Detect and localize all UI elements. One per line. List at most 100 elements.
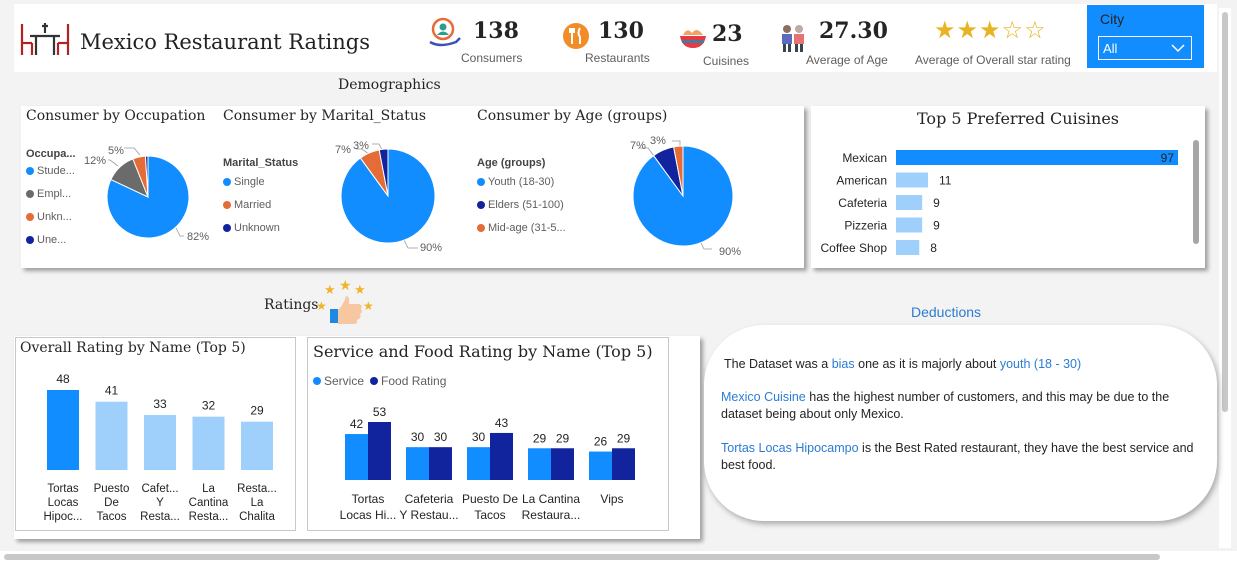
svg-text:★: ★ (339, 277, 352, 293)
bar[interactable] (345, 434, 368, 480)
city-dropdown-value: All (1103, 41, 1118, 56)
legend-item[interactable]: Stude... (26, 159, 75, 182)
legend-item[interactable]: Empl... (26, 182, 75, 205)
pie-data-label: 5% (108, 145, 124, 157)
chevron-down-icon (1171, 44, 1185, 53)
bar[interactable] (241, 421, 273, 470)
deductions-title: Deductions (911, 304, 982, 320)
age-legend-title: Age (groups) (477, 157, 546, 169)
cuisine-bowl-icon (680, 29, 706, 48)
horizontal-scrollbar-thumb[interactable] (4, 554, 1160, 560)
kpi-star-label: Average of Overall star rating (915, 53, 1071, 67)
bar[interactable] (490, 432, 513, 480)
ratings-section-title: Ratings (264, 297, 319, 313)
bar-category-label: Resta... (189, 511, 229, 523)
bar[interactable] (144, 415, 176, 470)
horizontal-scrollbar[interactable] (0, 551, 1237, 563)
bar-data-label: 30 (411, 430, 425, 444)
cuisines-chart-scrollbar[interactable] (1192, 140, 1200, 264)
star-filled-icon: ★ (934, 16, 957, 44)
bar-data-label: 97 (1161, 151, 1175, 165)
service-food-chart-title: Service and Food Rating by Name (Top 5) (313, 342, 653, 361)
bar[interactable] (95, 401, 128, 470)
svg-text:★: ★ (324, 282, 336, 297)
star-rating-visual: ★★★☆☆ (934, 16, 1047, 44)
top-cuisines-bar-chart: Mexican 97 American 11 Cafeteria 9 Pizzeria 9 Co… (821, 150, 1178, 255)
bar-category-label: Tortas (352, 492, 385, 506)
marital-legend-title: Marital_Status (223, 157, 299, 169)
pie-data-label: 12% (84, 155, 106, 167)
bar-category-label: De (104, 497, 119, 509)
bar[interactable] (896, 195, 923, 210)
bar-category-label: Cafeteria (405, 492, 454, 506)
legend-item[interactable]: Mid-age (31-5... (477, 216, 566, 239)
bar[interactable] (467, 447, 490, 480)
bar-data-label: 43 (495, 416, 509, 430)
legend-item[interactable]: Une... (26, 228, 75, 251)
bar-data-label: 30 (472, 430, 486, 444)
legend-item[interactable]: Single (223, 170, 280, 193)
legend-item[interactable]: Elders (51-100) (477, 193, 566, 216)
deductions-card: The Dataset was a bias one as it is majo… (704, 325, 1217, 521)
age-legend: Youth (18-30) Elders (51-100) Mid-age (3… (477, 170, 566, 239)
bar[interactable] (47, 390, 79, 470)
bar[interactable] (406, 447, 429, 480)
kpi-age-label: Average of Age (806, 53, 888, 67)
star-filled-icon: ★ (956, 16, 980, 44)
bar-data-label: 33 (153, 397, 167, 411)
bar-category-label: Tacos (474, 508, 505, 522)
bar-category-label: Locas (48, 497, 79, 509)
svg-text:★: ★ (316, 299, 327, 313)
legend-item[interactable]: Unknown (223, 216, 280, 239)
service-food-bar-chart: 42 53 Tortas Locas Hi... 30 30 Cafeteria Y Rest… (340, 405, 635, 522)
deduction-paragraph-3: Tortas Locas Hipocampo is the Best Rated… (721, 441, 1194, 472)
bar[interactable] (896, 240, 920, 255)
marital-pie-chart: 3% 7% 90% (335, 140, 442, 254)
legend-item[interactable]: Youth (18-30) (477, 170, 566, 193)
bar[interactable] (429, 447, 452, 480)
pie-data-label: 3% (353, 140, 369, 152)
bar[interactable] (551, 448, 574, 480)
bar-category-label: Coffee Shop (821, 241, 888, 255)
kpi-age-value: 27.30 (819, 18, 888, 44)
vertical-scrollbar-thumb[interactable] (1222, 12, 1228, 412)
cuisines-chart-scrollbar-thumb[interactable] (1193, 140, 1199, 244)
bar-data-label: 26 (594, 435, 608, 449)
age-pie-chart: 3% 7% 90% (630, 135, 741, 258)
svg-text:★: ★ (363, 299, 374, 313)
bar-data-label: 48 (56, 372, 70, 386)
kpi-cuisines-label: Cuisines (703, 54, 750, 68)
restaurant-table-icon (20, 23, 70, 55)
deduction-paragraph-1: The Dataset was a bias one as it is majo… (724, 357, 1082, 371)
bar[interactable] (896, 150, 1178, 165)
bar[interactable] (896, 217, 923, 233)
legend-item-service[interactable]: Service (313, 369, 364, 392)
bar-category-label: La (202, 483, 215, 495)
bar[interactable] (368, 422, 391, 480)
bar-category-label: Y (156, 497, 164, 509)
bar[interactable] (896, 172, 928, 188)
people-icon (782, 25, 804, 52)
service-food-legend: Service Food Rating (313, 369, 446, 392)
bar-category-label: Tacos (96, 511, 126, 523)
pie-data-label: 82% (187, 231, 209, 243)
bar[interactable] (612, 448, 635, 480)
bar-category-label: Restaura... (522, 508, 581, 522)
consumers-icon (429, 17, 461, 47)
bar[interactable] (528, 448, 551, 480)
cuisines-chart-title: Top 5 Preferred Cuisines (917, 109, 1119, 128)
kpi-consumers-label: Consumers (461, 51, 523, 65)
legend-item[interactable]: Married (223, 193, 280, 216)
city-dropdown[interactable]: All (1098, 36, 1192, 60)
bar-category-label: Tortas (47, 483, 79, 495)
pie-data-label: 7% (335, 144, 351, 156)
legend-item-food[interactable]: Food Rating (370, 369, 446, 392)
bar-data-label: 42 (350, 417, 364, 431)
bar-category-label: Cafeteria (838, 196, 887, 210)
bar[interactable] (192, 416, 225, 470)
overall-rating-bar-chart: 48 Tortas Locas Hipoc... 41 Puesto De Tacos 33 Ca… (44, 372, 277, 523)
vertical-scrollbar[interactable] (1219, 8, 1231, 548)
bar-data-label: 29 (556, 431, 570, 445)
bar[interactable] (589, 451, 612, 480)
legend-item[interactable]: Unkn... (26, 205, 75, 228)
